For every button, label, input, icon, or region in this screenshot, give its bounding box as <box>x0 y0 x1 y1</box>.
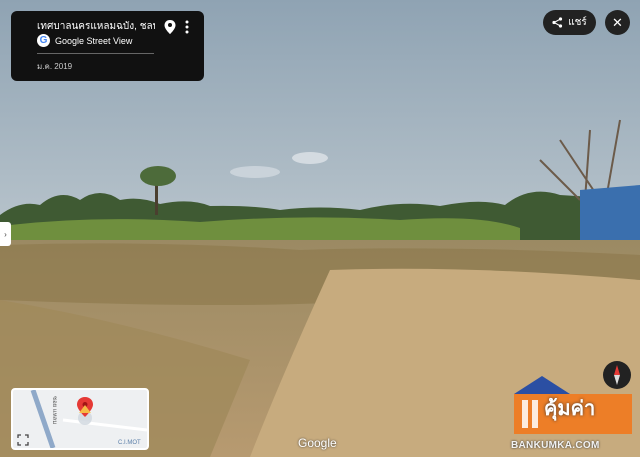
capture-date[interactable]: ม.ค. 2019 <box>37 60 72 73</box>
google-g-icon: G <box>37 34 50 47</box>
share-label: แชร์ <box>568 17 587 28</box>
minimap[interactable]: ซอย แหลม C.I.MOT <box>11 388 149 450</box>
service-name: Google Street View <box>55 35 133 46</box>
chevron-right-icon: › <box>4 229 7 239</box>
location-title[interactable]: เทศบาลนครแหลมฉบัง, ชลบุรี <box>37 19 155 34</box>
share-button[interactable]: แชร์ <box>543 10 596 35</box>
google-watermark: Google <box>298 436 337 450</box>
location-info-card: เทศบาลนครแหลมฉบัง, ชลบุรี G Google Stree… <box>11 11 204 81</box>
expand-icon[interactable] <box>17 434 29 446</box>
close-icon: ✕ <box>612 14 623 30</box>
minimap-road-label: ซอย แหลม <box>51 396 57 425</box>
minimap-place-label: C.I.MOT <box>118 440 141 446</box>
logo-name: คุ้มค่า <box>544 398 596 420</box>
expand-panel-handle[interactable]: › <box>0 222 11 246</box>
share-icon <box>552 17 563 28</box>
close-button[interactable]: ✕ <box>605 10 630 35</box>
logo-url: BANKUMKA.COM <box>511 440 600 451</box>
service-row: G Google Street View <box>37 34 132 47</box>
more-vert-icon[interactable] <box>181 19 193 35</box>
divider <box>37 53 154 54</box>
location-pin-icon[interactable] <box>163 19 177 35</box>
